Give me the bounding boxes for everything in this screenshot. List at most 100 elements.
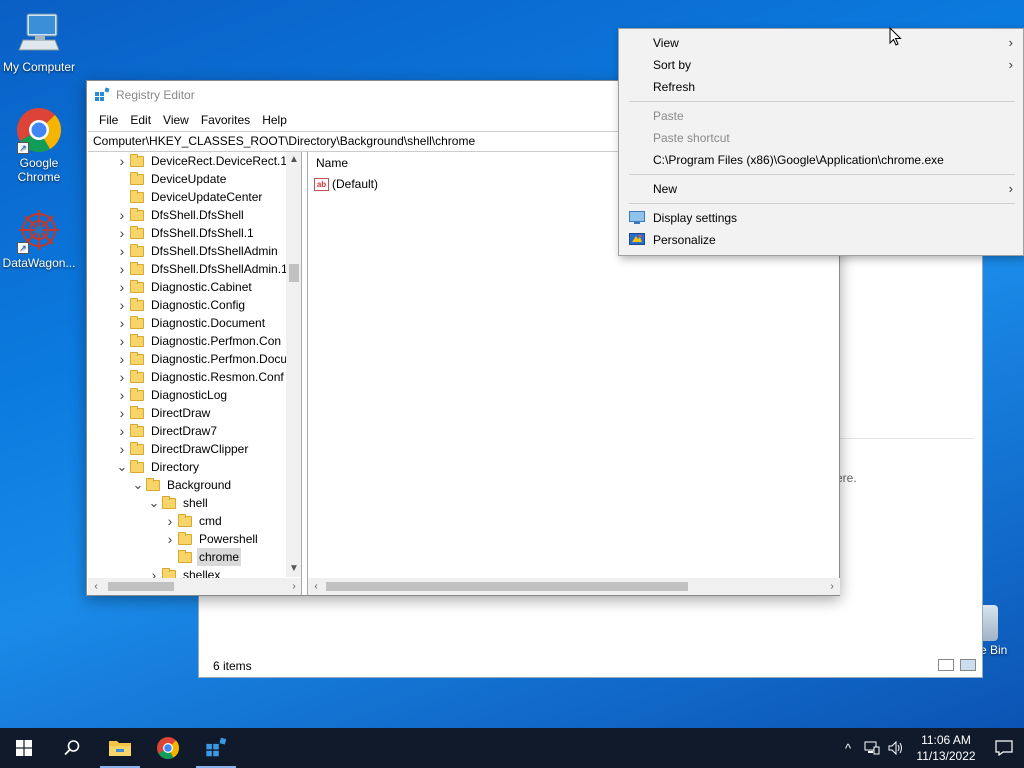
- scroll-thumb[interactable]: [289, 264, 299, 282]
- tree-item[interactable]: ⌄ shell: [148, 494, 210, 512]
- folder-icon: [130, 243, 144, 257]
- menu-item-display-settings[interactable]: Display settings: [619, 207, 1023, 229]
- menu-help[interactable]: Help: [256, 113, 293, 127]
- menu-edit[interactable]: Edit: [124, 113, 157, 127]
- tree-item[interactable]: › DfsShell.DfsShellAdmin: [116, 242, 280, 260]
- chevron-right-icon[interactable]: ›: [116, 422, 128, 440]
- windows-logo-icon: [16, 740, 32, 756]
- chevron-right-icon[interactable]: ›: [116, 224, 128, 242]
- chevron-right-icon[interactable]: ›: [116, 350, 128, 368]
- tree-item[interactable]: › DirectDraw7: [116, 422, 219, 440]
- chevron-right-icon[interactable]: ›: [164, 512, 176, 530]
- values-horizontal-scrollbar[interactable]: ‹ ›: [308, 578, 840, 595]
- chevron-down-icon[interactable]: ⌄: [148, 494, 160, 512]
- tree-item[interactable]: › Diagnostic.Perfmon.Docu: [116, 350, 289, 368]
- chevron-down-icon[interactable]: ⌄: [132, 476, 144, 494]
- menu-item-view[interactable]: View ›: [619, 32, 1023, 54]
- scroll-left-icon[interactable]: ‹: [88, 578, 104, 595]
- chevron-right-icon[interactable]: ›: [116, 332, 128, 350]
- volume-icon[interactable]: [884, 728, 908, 768]
- chevron-right-icon[interactable]: ›: [116, 386, 128, 404]
- tree-item[interactable]: › DfsShell.DfsShell: [116, 206, 246, 224]
- scroll-thumb[interactable]: [326, 582, 688, 591]
- chevron-right-icon[interactable]: ›: [164, 530, 176, 548]
- menu-item-personalize[interactable]: Personalize: [619, 229, 1023, 251]
- tree-item[interactable]: › Diagnostic.Document: [116, 314, 267, 332]
- menu-item-paste-shortcut[interactable]: Paste shortcut: [619, 127, 1023, 149]
- taskbar-registry-editor[interactable]: [192, 728, 240, 768]
- network-icon[interactable]: [860, 728, 884, 768]
- chevron-right-icon[interactable]: ›: [116, 368, 128, 386]
- start-button[interactable]: [0, 728, 48, 768]
- scroll-right-icon[interactable]: ›: [824, 578, 840, 595]
- chevron-right-icon[interactable]: ›: [116, 404, 128, 422]
- menu-item-refresh[interactable]: Refresh: [619, 76, 1023, 98]
- tree-item[interactable]: › cmd: [164, 512, 224, 530]
- tree-item-label: DeviceUpdateCenter: [151, 190, 263, 204]
- chevron-right-icon[interactable]: ›: [116, 260, 128, 278]
- desktop-icon-datawagon[interactable]: ↗ DataWagon...: [0, 206, 78, 270]
- taskbar: ^ 11:06 AM 11/13/2022: [0, 728, 1024, 768]
- menu-separator: [629, 174, 1015, 175]
- menu-item-paste[interactable]: Paste: [619, 105, 1023, 127]
- desktop-icon-google-chrome[interactable]: ↗ Google Chrome: [0, 106, 78, 184]
- clock[interactable]: 11:06 AM 11/13/2022: [908, 732, 984, 764]
- menu-file[interactable]: File: [93, 113, 124, 127]
- tree-item[interactable]: › Diagnostic.Cabinet: [116, 278, 254, 296]
- chevron-right-icon[interactable]: ›: [116, 152, 128, 170]
- menu-item-open-chrome[interactable]: C:\Program Files (x86)\Google\Applicatio…: [619, 149, 1023, 171]
- tree-item[interactable]: › DirectDraw: [116, 404, 212, 422]
- chevron-right-icon[interactable]: ›: [116, 242, 128, 260]
- search-button[interactable]: [48, 728, 96, 768]
- menu-item-label: Display settings: [653, 211, 738, 225]
- tree-item[interactable]: › DirectDrawClipper: [116, 440, 250, 458]
- menu-view[interactable]: View: [157, 113, 195, 127]
- tree-item[interactable]: › Powershell: [164, 530, 260, 548]
- menu-item-sort-by[interactable]: Sort by ›: [619, 54, 1023, 76]
- desktop-icon-recycle-bin[interactable]: e Bin: [980, 605, 1007, 657]
- tree-item-label: Diagnostic.Perfmon.Docu: [151, 352, 288, 366]
- scroll-thumb[interactable]: [108, 582, 174, 591]
- tree-item[interactable]: ⌄ Background: [132, 476, 233, 494]
- key-tree-pane[interactable]: › DeviceRect.DeviceRect.1 DeviceUpdate Devi…: [88, 152, 302, 595]
- tree-item[interactable]: ⌄ Directory: [116, 458, 201, 476]
- chevron-right-icon[interactable]: ›: [116, 314, 128, 332]
- large-icons-view-icon[interactable]: [960, 659, 976, 671]
- details-view-icon[interactable]: [938, 659, 954, 671]
- tree-item[interactable]: DeviceUpdate: [116, 170, 228, 188]
- menu-item-new[interactable]: New ›: [619, 178, 1023, 200]
- scroll-down-icon[interactable]: ▼: [286, 561, 301, 577]
- chevron-right-icon[interactable]: ›: [116, 296, 128, 314]
- scroll-right-icon[interactable]: ›: [286, 578, 301, 595]
- tree-horizontal-scrollbar[interactable]: ‹ ›: [88, 578, 301, 595]
- tree-item-label: Diagnostic.Resmon.Conf: [151, 370, 284, 384]
- tree-item[interactable]: › Diagnostic.Config: [116, 296, 247, 314]
- taskbar-file-explorer[interactable]: [96, 728, 144, 768]
- menu-favorites[interactable]: Favorites: [195, 113, 256, 127]
- tree-item-label: Powershell: [199, 532, 258, 546]
- menu-item-label: Refresh: [653, 80, 696, 94]
- chevron-right-icon[interactable]: ›: [116, 278, 128, 296]
- tree-item[interactable]: chrome: [164, 548, 242, 566]
- scroll-up-icon[interactable]: ▲: [286, 152, 301, 168]
- chevron-right-icon[interactable]: ›: [116, 440, 128, 458]
- tree-item[interactable]: › DeviceRect.DeviceRect.1: [116, 152, 289, 170]
- tree-item[interactable]: › DfsShell.DfsShellAdmin.1: [116, 260, 290, 278]
- desktop-icon-my-computer[interactable]: My Computer: [0, 10, 78, 74]
- notification-center-button[interactable]: [984, 728, 1024, 768]
- chevron-right-icon[interactable]: ›: [116, 206, 128, 224]
- chevron-down-icon[interactable]: ⌄: [116, 458, 128, 476]
- folder-icon: [130, 315, 144, 329]
- scroll-left-icon[interactable]: ‹: [308, 578, 324, 595]
- chevron-up-icon[interactable]: ^: [836, 728, 860, 768]
- menu-item-label: C:\Program Files (x86)\Google\Applicatio…: [653, 153, 944, 167]
- tree-item[interactable]: › Diagnostic.Resmon.Conf: [116, 368, 286, 386]
- tree-item[interactable]: DeviceUpdateCenter: [116, 188, 264, 206]
- tree-vertical-scrollbar[interactable]: ▲ ▼: [286, 152, 301, 577]
- folder-icon: [130, 207, 144, 221]
- tree-item[interactable]: › Diagnostic.Perfmon.Con: [116, 332, 283, 350]
- tree-item[interactable]: › DiagnosticLog: [116, 386, 229, 404]
- tree-item[interactable]: › DfsShell.DfsShell.1: [116, 224, 256, 242]
- tree-connector: [116, 170, 128, 188]
- taskbar-chrome[interactable]: [144, 728, 192, 768]
